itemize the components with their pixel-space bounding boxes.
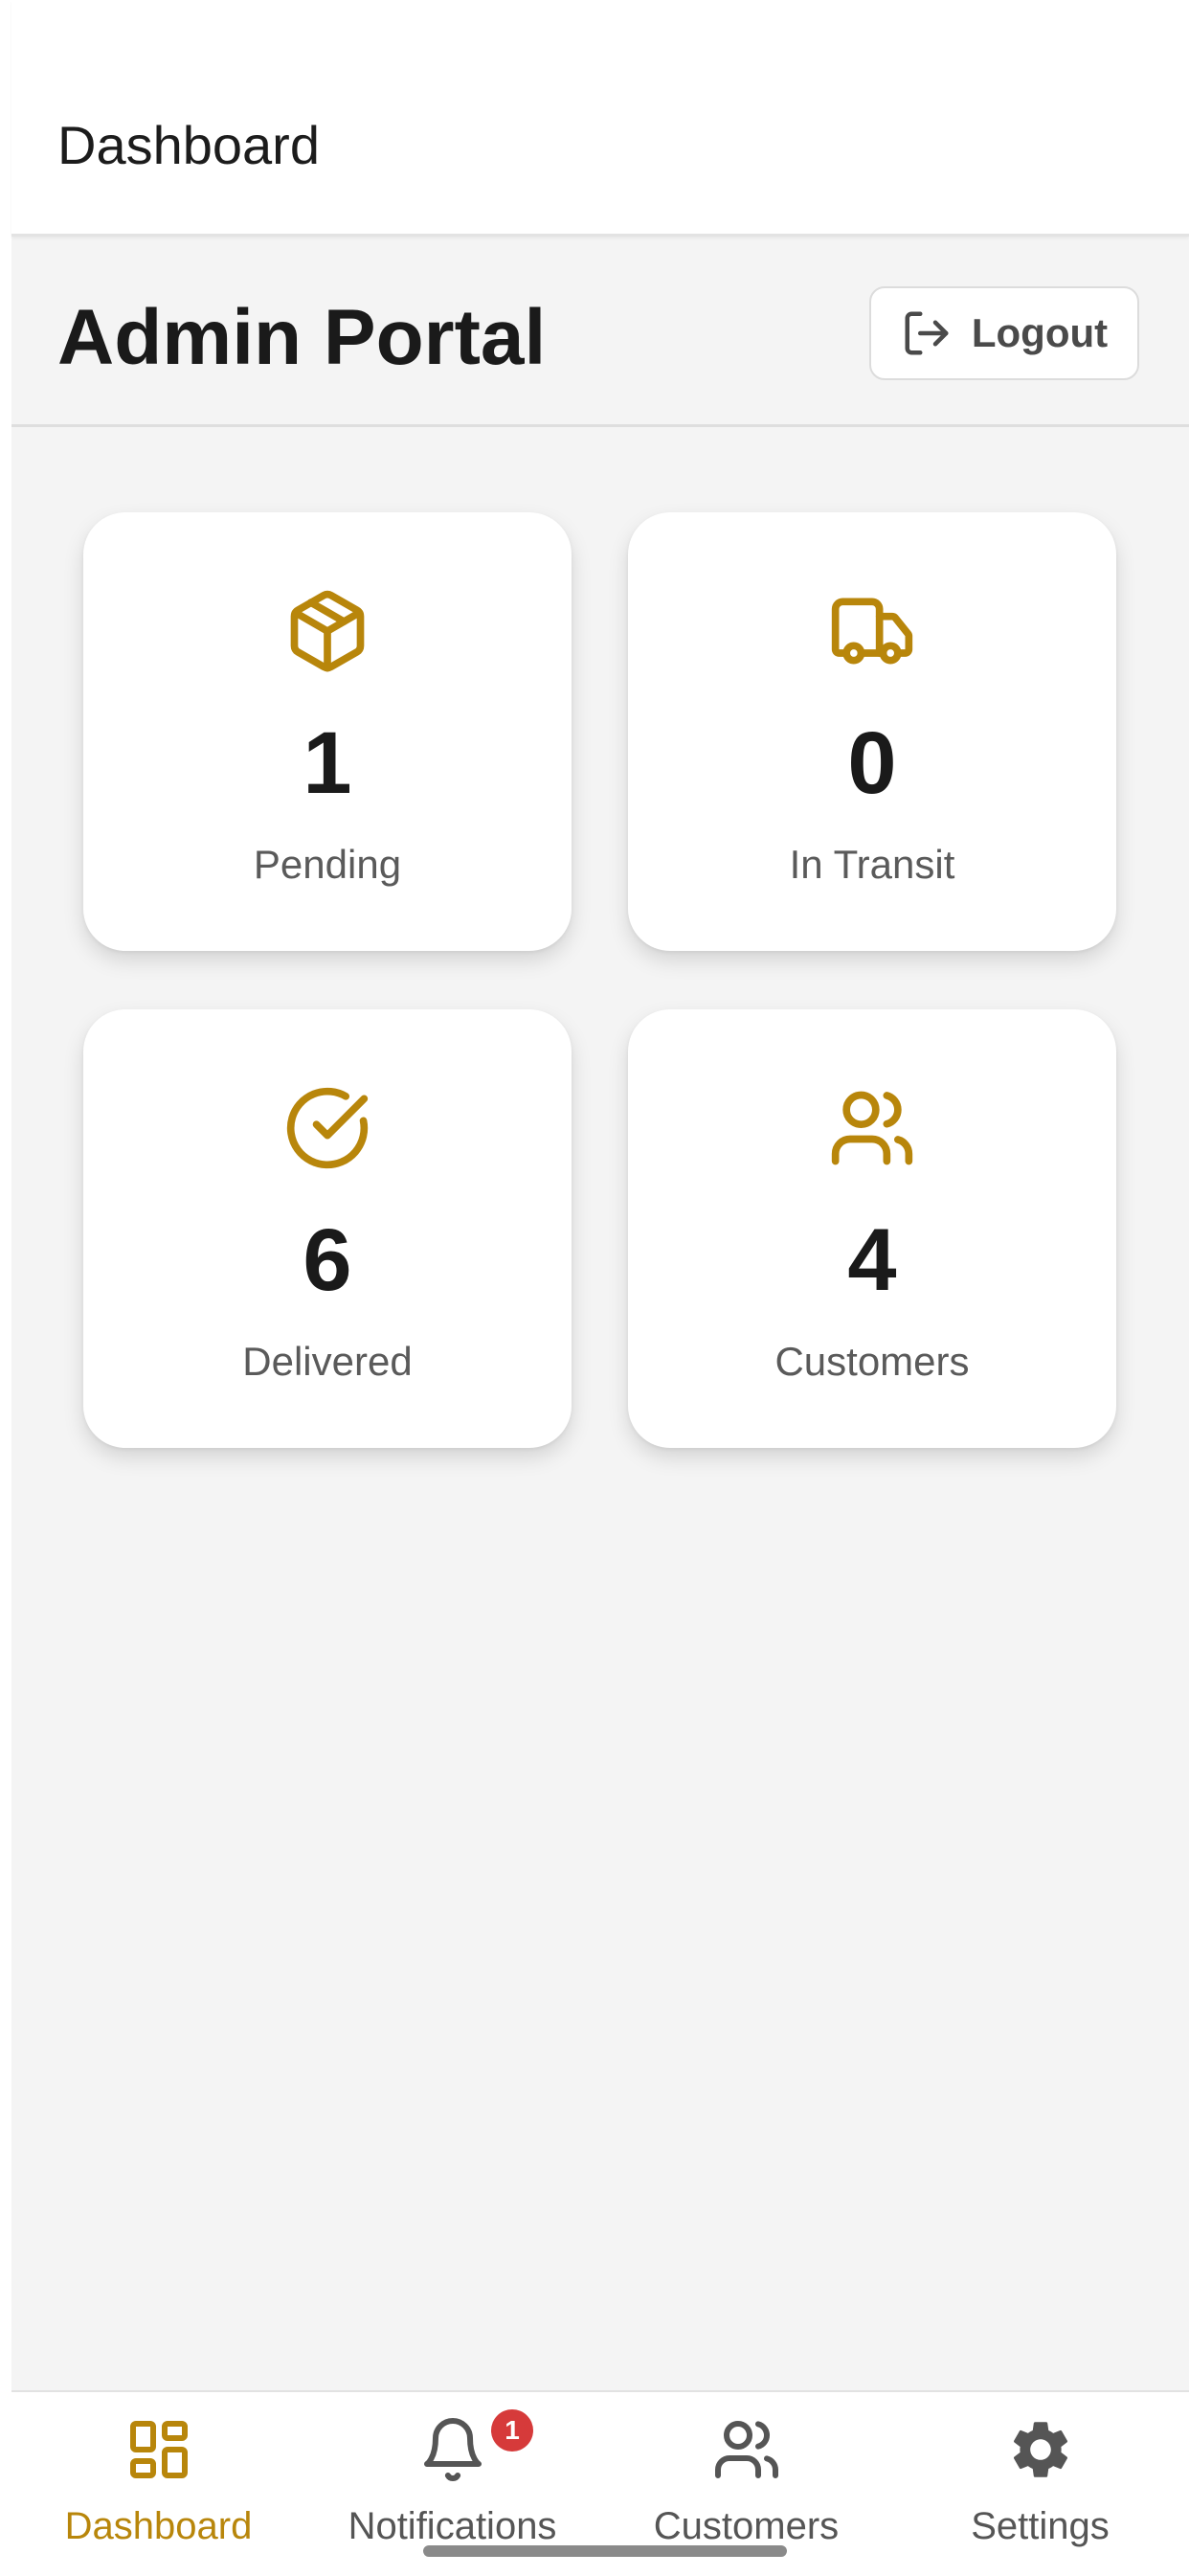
- users-icon: [828, 1084, 916, 1172]
- stat-card-delivered[interactable]: 6 Delivered: [83, 1009, 572, 1448]
- tab-label: Settings: [971, 2505, 1110, 2547]
- stat-label: Delivered: [242, 1339, 413, 1384]
- stat-value: 6: [303, 1211, 352, 1309]
- gear-icon: [1006, 2415, 1075, 2484]
- logout-button[interactable]: Logout: [869, 286, 1139, 380]
- stat-value: 0: [847, 714, 897, 812]
- package-icon: [283, 587, 371, 675]
- tab-dashboard[interactable]: Dashboard: [11, 2392, 305, 2576]
- truck-icon: [828, 587, 916, 675]
- tab-label: Dashboard: [64, 2505, 253, 2547]
- users-icon: [712, 2415, 781, 2484]
- stat-card-in-transit[interactable]: 0 In Transit: [628, 512, 1116, 951]
- app-screen: Dashboard Admin Portal Logout 1 Pending …: [11, 0, 1189, 2576]
- tab-settings[interactable]: Settings: [893, 2392, 1187, 2576]
- top-header: Dashboard: [11, 0, 1189, 237]
- stat-label: Pending: [253, 842, 402, 887]
- page-title: Dashboard: [57, 115, 320, 175]
- stat-value: 1: [303, 714, 352, 812]
- logout-icon: [901, 307, 953, 359]
- portal-title: Admin Portal: [57, 294, 547, 381]
- notification-badge: 1: [491, 2409, 533, 2452]
- stat-label: Customers: [774, 1339, 970, 1384]
- bell-icon: [418, 2415, 487, 2484]
- check-circle-icon: [283, 1084, 371, 1172]
- logout-label: Logout: [971, 310, 1109, 355]
- stat-card-customers[interactable]: 4 Customers: [628, 1009, 1116, 1448]
- stat-value: 4: [847, 1211, 897, 1309]
- grid-icon: [124, 2415, 193, 2484]
- stat-label: In Transit: [789, 842, 955, 887]
- stat-card-pending[interactable]: 1 Pending: [83, 512, 572, 951]
- home-indicator: [423, 2545, 787, 2557]
- portal-header: Admin Portal Logout: [11, 237, 1189, 427]
